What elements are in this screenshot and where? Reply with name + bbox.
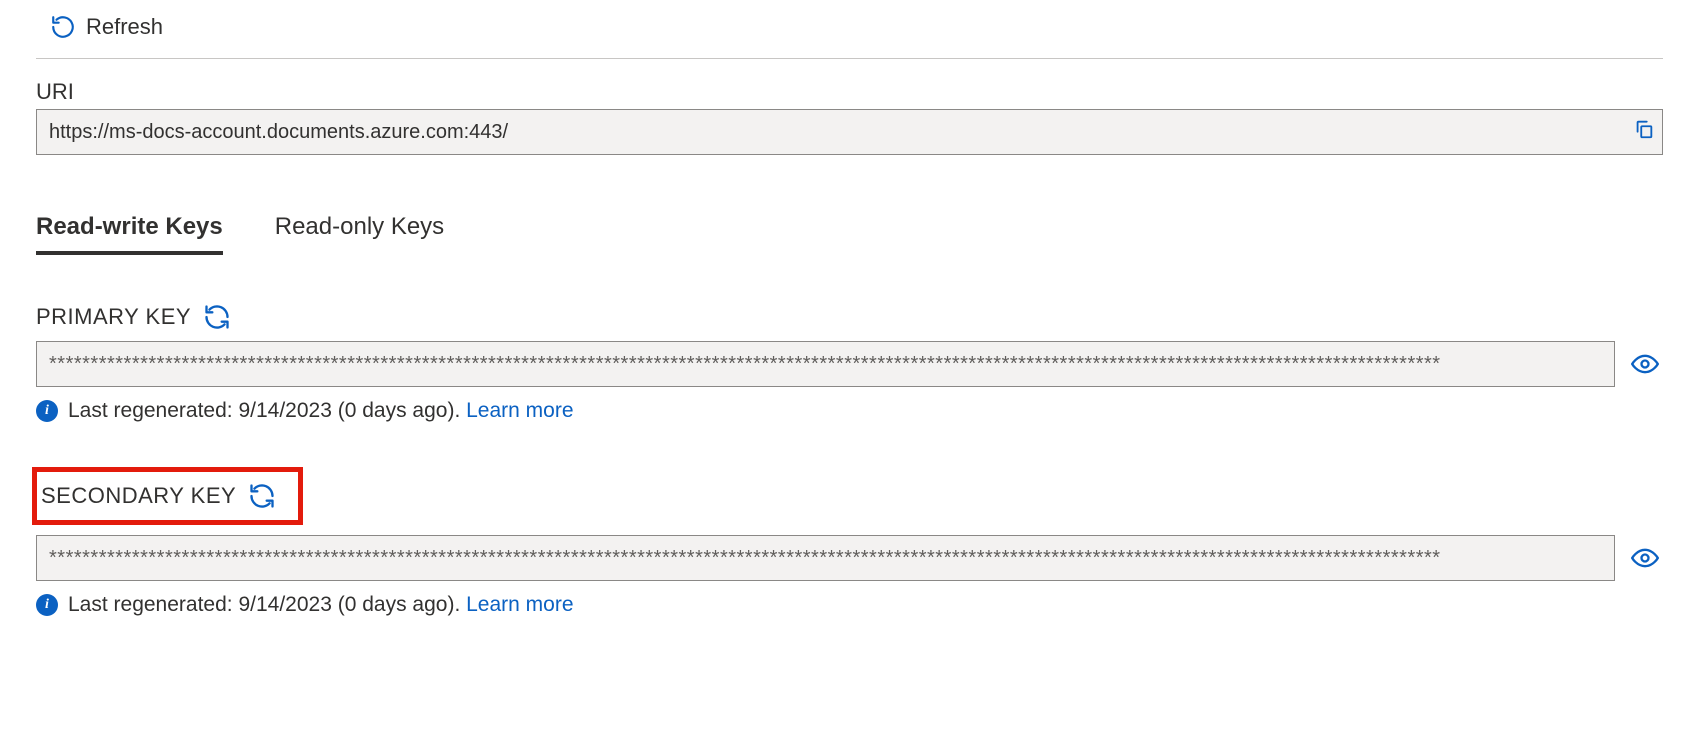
uri-field-wrapper: https://ms-docs-account.documents.azure.… xyxy=(36,109,1663,155)
primary-key-input[interactable]: ****************************************… xyxy=(36,341,1615,387)
primary-key-learn-more-link[interactable]: Learn more xyxy=(466,399,573,422)
info-icon: i xyxy=(36,594,58,616)
secondary-key-input[interactable]: ****************************************… xyxy=(36,535,1615,581)
secondary-key-info: i Last regenerated: 9/14/2023 (0 days ag… xyxy=(36,593,1663,617)
refresh-button[interactable]: Refresh xyxy=(44,10,169,44)
eye-icon xyxy=(1631,544,1659,572)
secondary-key-section: SECONDARY KEY **************************… xyxy=(36,467,1663,617)
refresh-icon xyxy=(50,14,76,40)
tab-read-only-keys[interactable]: Read-only Keys xyxy=(275,213,444,255)
info-icon: i xyxy=(36,400,58,422)
regenerate-icon xyxy=(248,482,276,510)
copy-uri-button[interactable] xyxy=(1633,118,1655,146)
secondary-key-learn-more-link[interactable]: Learn more xyxy=(466,593,573,616)
uri-label: URI xyxy=(36,79,1663,105)
regenerate-primary-key-button[interactable] xyxy=(203,303,231,331)
show-secondary-key-button[interactable] xyxy=(1627,535,1663,581)
show-primary-key-button[interactable] xyxy=(1627,341,1663,387)
regenerate-icon xyxy=(203,303,231,331)
secondary-key-highlight: SECONDARY KEY xyxy=(32,467,303,525)
primary-key-info: i Last regenerated: 9/14/2023 (0 days ag… xyxy=(36,399,1663,423)
primary-key-info-text: Last regenerated: 9/14/2023 (0 days ago)… xyxy=(68,399,466,422)
secondary-key-info-text: Last regenerated: 9/14/2023 (0 days ago)… xyxy=(68,593,466,616)
toolbar: Refresh xyxy=(36,0,1663,59)
key-tabs: Read-write Keys Read-only Keys xyxy=(36,213,1663,255)
tab-read-write-keys[interactable]: Read-write Keys xyxy=(36,213,223,255)
secondary-key-label: SECONDARY KEY xyxy=(41,483,236,509)
primary-key-section: PRIMARY KEY ****************************… xyxy=(36,303,1663,423)
refresh-label: Refresh xyxy=(86,14,163,40)
primary-key-label: PRIMARY KEY xyxy=(36,304,191,330)
uri-input[interactable]: https://ms-docs-account.documents.azure.… xyxy=(36,109,1663,155)
eye-icon xyxy=(1631,350,1659,378)
copy-icon xyxy=(1633,118,1655,140)
regenerate-secondary-key-button[interactable] xyxy=(248,482,276,510)
